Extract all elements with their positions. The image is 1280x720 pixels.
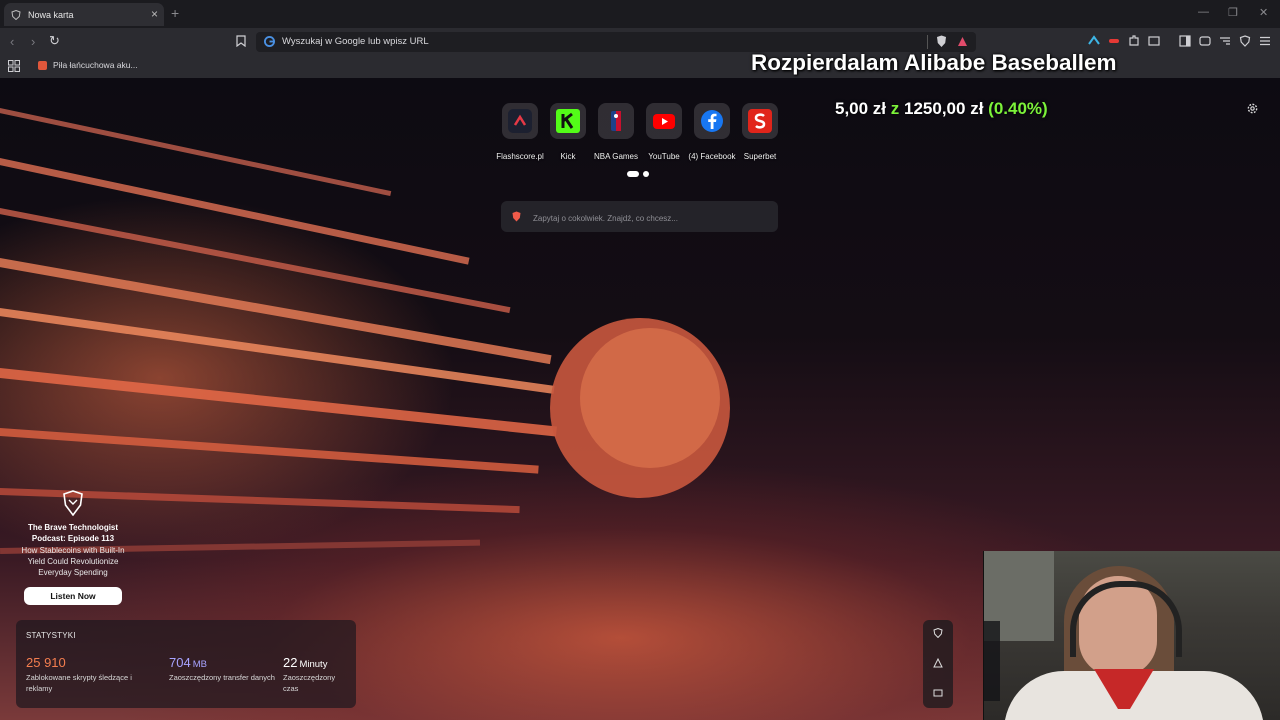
- brave-rewards-icon[interactable]: [957, 36, 968, 47]
- tab-nowa-karta[interactable]: Nowa karta ×: [4, 3, 164, 26]
- tile: [646, 103, 682, 139]
- donation-target: 1250,00 zł: [904, 99, 984, 118]
- stat-caption: Zaoszczędzony czas: [283, 673, 336, 693]
- tile: [598, 103, 634, 139]
- extensions-puzzle-icon[interactable]: [1128, 35, 1140, 47]
- top-site-label: NBA Games: [593, 152, 638, 161]
- google-icon: [264, 36, 275, 47]
- tile: [742, 103, 778, 139]
- donation-amount: 5,00 zł: [835, 99, 887, 118]
- page-dot[interactable]: [643, 171, 649, 177]
- donation-separator: z: [890, 99, 900, 118]
- stat-unit: MB: [192, 659, 207, 670]
- bookmark-favicon-icon: [38, 60, 47, 70]
- divider: [927, 35, 928, 49]
- top-site-label: (4) Facebook: [688, 152, 736, 161]
- shield-icon[interactable]: [1239, 35, 1251, 47]
- top-site-nba[interactable]: NBA Games: [592, 103, 640, 161]
- brave-shields-icon[interactable]: [936, 35, 947, 48]
- leo-icon[interactable]: [1199, 35, 1211, 47]
- tab-close-icon[interactable]: ×: [151, 7, 158, 21]
- address-placeholder: Wyszukaj w Google lub wpisz URL: [282, 36, 429, 47]
- superbet-icon: [748, 109, 772, 133]
- forward-icon[interactable]: ›: [31, 34, 35, 49]
- stat-bandwidth: 704 MB Zaoszczędzony transfer danych: [169, 655, 279, 684]
- top-site-facebook[interactable]: (4) Facebook: [688, 103, 736, 161]
- brave-shield-icon: [11, 9, 21, 20]
- menu-icon[interactable]: [1259, 35, 1271, 47]
- stat-number: 704: [169, 655, 191, 670]
- sponsor-description: How Stablecoins with Built-In Yield Coul…: [21, 546, 125, 577]
- shield-widget-icon[interactable]: [933, 628, 943, 638]
- stat-value: 704 MB: [169, 655, 279, 670]
- stat-unit: Minuty: [299, 659, 328, 670]
- rewards-widget-icon[interactable]: [933, 658, 943, 668]
- search-input[interactable]: [531, 209, 770, 227]
- search-box[interactable]: [501, 201, 778, 232]
- top-site-superbet[interactable]: Superbet: [736, 103, 784, 161]
- facebook-icon: [701, 110, 723, 132]
- maximize-button[interactable]: ❐: [1228, 6, 1238, 19]
- stat-trackers: 25 910 Zablokowane skrypty śledzące i re…: [26, 655, 136, 694]
- title-bar: Nowa karta × + — ❐ ✕: [0, 0, 1280, 28]
- webcam-overlay: [983, 551, 1280, 720]
- minimize-button[interactable]: —: [1198, 6, 1209, 18]
- stat-caption: Zaoszczędzony transfer danych: [169, 673, 275, 682]
- stat-number: 25 910: [26, 655, 66, 670]
- sidebar-icon[interactable]: [1179, 35, 1191, 47]
- top-site-youtube[interactable]: YouTube: [640, 103, 688, 161]
- top-site-kick[interactable]: Kick: [544, 103, 592, 161]
- brave-search-icon: [512, 211, 521, 222]
- stat-caption: Zablokowane skrypty śledzące i reklamy: [26, 673, 132, 693]
- nba-icon: [611, 111, 621, 131]
- donation-goal: 5,00 zł z 1250,00 zł (0.40%): [835, 99, 1048, 119]
- apps-grid-icon[interactable]: [8, 60, 20, 72]
- stats-heading: STATYSTYKI: [26, 631, 76, 640]
- stats-widget: STATYSTYKI 25 910 Zablokowane skrypty śl…: [16, 620, 356, 708]
- new-tab-button[interactable]: +: [171, 5, 179, 21]
- widget-switcher: [923, 620, 953, 708]
- bookmark-item[interactable]: Piła łańcuchowa aku...: [38, 60, 138, 70]
- top-site-label: YouTube: [648, 152, 680, 161]
- tile: [694, 103, 730, 139]
- stream-title: Rozpierdalam Alibabe Baseballem: [751, 50, 1117, 75]
- gear-icon[interactable]: [1246, 102, 1259, 115]
- webcam-panel: [984, 621, 1000, 701]
- stat-number: 22: [283, 655, 298, 670]
- stat-time: 22 Minuty Zaoszczędzony czas: [283, 655, 343, 694]
- tile: [502, 103, 538, 139]
- top-site-flashscore[interactable]: Flashscore.pl: [496, 103, 544, 161]
- donation-percent: (0.40%): [988, 99, 1048, 118]
- tab-title: Nowa karta: [28, 9, 74, 20]
- address-bar[interactable]: Wyszukaj w Google lub wpisz URL: [256, 32, 976, 52]
- top-site-label: Kick: [560, 152, 576, 161]
- top-site-label: Superbet: [743, 152, 777, 161]
- back-icon[interactable]: ‹: [10, 34, 14, 49]
- wallet-icon[interactable]: [1148, 35, 1160, 47]
- extension-icon-2[interactable]: [1108, 35, 1120, 47]
- tile: [550, 103, 586, 139]
- stat-value: 22 Minuty: [283, 655, 343, 670]
- vpn-icon[interactable]: [1219, 35, 1231, 47]
- listen-now-button[interactable]: Listen Now: [24, 587, 122, 605]
- bookmark-label: Piła łańcuchowa aku...: [53, 60, 138, 70]
- youtube-icon: [653, 114, 675, 129]
- stat-value: 25 910: [26, 655, 136, 670]
- flashscore-icon: [508, 109, 532, 133]
- extension-icon-1[interactable]: [1088, 35, 1100, 47]
- page-dot-active[interactable]: [627, 171, 639, 177]
- reload-icon[interactable]: ↻: [49, 33, 60, 49]
- kick-icon: [556, 109, 580, 133]
- bookmark-icon[interactable]: [236, 35, 246, 47]
- close-window-button[interactable]: ✕: [1259, 6, 1268, 19]
- top-site-label: Flashscore.pl: [496, 152, 544, 161]
- brave-lion-logo-icon: [63, 490, 83, 516]
- sponsor-title: The Brave Technologist Podcast: Episode …: [27, 523, 119, 543]
- cards-widget-icon[interactable]: [933, 688, 943, 698]
- sponsored-card: The Brave Technologist Podcast: Episode …: [18, 490, 128, 605]
